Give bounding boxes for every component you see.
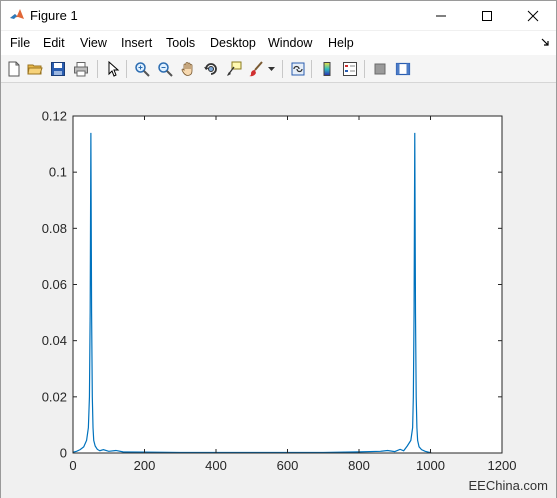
title-bar[interactable]: Figure 1: [1, 1, 556, 30]
link-plot-button[interactable]: [288, 59, 308, 79]
zoom-in-button[interactable]: [132, 59, 152, 79]
toolbar-separator: [97, 60, 98, 78]
y-tick-label: 0.02: [42, 389, 67, 404]
pan-button[interactable]: [178, 59, 198, 79]
menu-edit[interactable]: Edit: [43, 36, 65, 50]
link-plot-icon: [291, 62, 305, 76]
legend-icon: [343, 62, 357, 76]
toolbar-separator: [311, 60, 312, 78]
x-tick-label: 200: [134, 458, 156, 473]
y-tick-label: 0.1: [49, 165, 67, 180]
menu-help[interactable]: Help: [328, 36, 354, 50]
minimize-icon: [436, 15, 446, 16]
matlab-logo-icon: [10, 9, 24, 19]
legend-button[interactable]: [340, 59, 360, 79]
new-figure-button[interactable]: [4, 59, 24, 79]
menu-desktop[interactable]: Desktop: [210, 36, 256, 50]
y-tick-label: 0.08: [42, 221, 67, 236]
chevron-down-icon: [267, 66, 275, 71]
axes-background: [73, 116, 502, 453]
data-cursor-icon: [227, 61, 242, 76]
x-tick-label: 800: [348, 458, 370, 473]
menu-tools[interactable]: Tools: [166, 36, 195, 50]
close-button[interactable]: [510, 1, 556, 30]
colorbar-icon: [323, 62, 331, 76]
pointer-button[interactable]: [103, 59, 123, 79]
x-tick-label: 1000: [416, 458, 445, 473]
toolbar-separator: [364, 60, 365, 78]
show-plot-tools-button[interactable]: [393, 59, 413, 79]
x-tick-label: 600: [277, 458, 299, 473]
x-tick-label: 1200: [488, 458, 517, 473]
brush-dropdown[interactable]: [265, 59, 277, 79]
zoom-out-icon: [158, 62, 173, 77]
window-title: Figure 1: [30, 8, 78, 23]
open-file-icon: [27, 64, 43, 75]
save-button[interactable]: [48, 59, 68, 79]
dock-arrow-icon[interactable]: [541, 38, 550, 47]
zoom-in-icon: [135, 62, 150, 77]
new-figure-icon: [8, 61, 20, 77]
show-plot-tools-icon: [395, 62, 411, 76]
maximize-button[interactable]: [464, 1, 510, 30]
print-icon: [74, 62, 88, 77]
figure-toolbar: [1, 55, 556, 83]
brush-button[interactable]: [246, 59, 266, 79]
minimize-button[interactable]: [418, 1, 464, 30]
print-button[interactable]: [71, 59, 91, 79]
menu-insert[interactable]: Insert: [121, 36, 152, 50]
figure-canvas: 0 200 400 600 800 1000 1200 0 0.02 0.04 0.06 0.08 0.…: [1, 84, 556, 498]
x-tick-label: 0: [69, 458, 76, 473]
save-icon: [51, 62, 65, 76]
menu-file[interactable]: File: [10, 36, 30, 50]
rotate-3d-icon: [204, 63, 217, 75]
plot-axes[interactable]: 0 200 400 600 800 1000 1200 0 0.02 0.04 0.06 0.08 0.…: [1, 84, 556, 498]
open-file-button[interactable]: [25, 59, 45, 79]
y-tick-label: 0: [60, 446, 67, 461]
pan-hand-icon: [181, 62, 193, 76]
menu-view[interactable]: View: [80, 36, 107, 50]
data-cursor-button[interactable]: [224, 59, 244, 79]
hide-plot-tools-button[interactable]: [370, 59, 390, 79]
x-tick-label: 400: [205, 458, 227, 473]
rotate-3d-button[interactable]: [201, 59, 221, 79]
maximize-icon: [482, 10, 492, 21]
brush-icon: [249, 61, 263, 77]
pointer-icon: [108, 61, 120, 77]
toolbar-separator: [282, 60, 283, 78]
watermark-text: EEChina.com: [468, 478, 548, 493]
hide-plot-tools-icon: [374, 63, 386, 75]
figure-window: Figure 1 File Edit View Insert Tools Des…: [0, 0, 557, 498]
zoom-out-button[interactable]: [155, 59, 175, 79]
menu-bar: File Edit View Insert Tools Desktop Wind…: [1, 31, 556, 55]
y-tick-label: 0.04: [42, 333, 67, 348]
close-icon: [527, 10, 539, 21]
y-tick-label: 0.12: [42, 109, 67, 124]
colorbar-button[interactable]: [317, 59, 337, 79]
toolbar-separator: [126, 60, 127, 78]
y-tick-label: 0.06: [42, 277, 67, 292]
menu-window[interactable]: Window: [268, 36, 312, 50]
